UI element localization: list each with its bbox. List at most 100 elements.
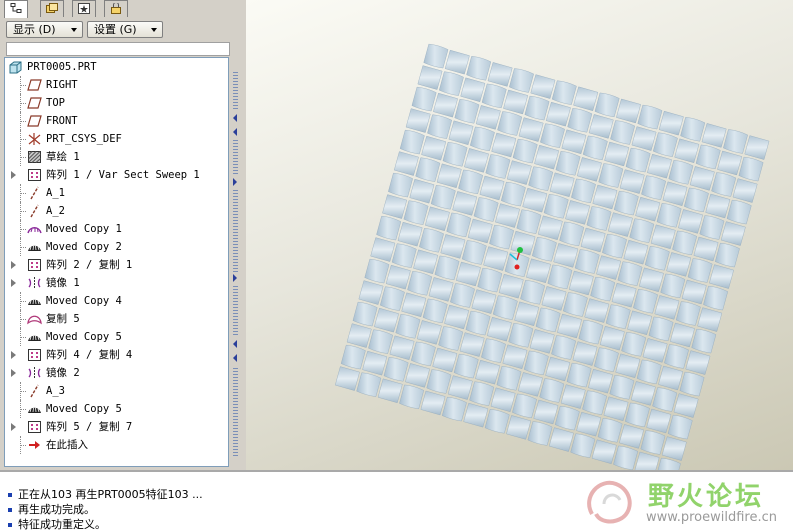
tree-item[interactable]: Moved Copy 5: [5, 328, 228, 346]
weave-tile: [603, 396, 629, 422]
tree-item[interactable]: 阵列 5 / 复制 7: [5, 418, 228, 436]
tree-filter-strip[interactable]: [6, 42, 230, 56]
axis-icon: [30, 204, 39, 218]
tree-item[interactable]: PRT_CSYS_DEF: [5, 130, 228, 148]
weave-tile: [407, 271, 433, 296]
tree-expand-icon[interactable]: [11, 423, 16, 431]
weave-tile: [446, 212, 472, 238]
tab-favorites[interactable]: [72, 0, 96, 17]
weave-tile: [584, 298, 610, 323]
weave-tile: [512, 138, 538, 164]
tree-expand-icon[interactable]: [11, 369, 16, 377]
weave-tile: [374, 307, 399, 333]
csys-origin-marker: [514, 264, 520, 270]
tree-item-label: 镜像 2: [46, 367, 80, 379]
tree-item[interactable]: Moved Copy 2: [5, 238, 228, 256]
expand-right-icon[interactable]: [233, 274, 237, 282]
tree-item[interactable]: 在此插入: [5, 436, 228, 454]
tree-item[interactable]: 阵列 4 / 复制 4: [5, 346, 228, 364]
woven-surface-model[interactable]: [246, 0, 793, 470]
tree-root-label: PRT0005.PRT: [27, 61, 97, 73]
weave-tile: [602, 233, 627, 259]
weave-tile: [495, 203, 520, 228]
weave-tile: [527, 421, 553, 446]
tree-item[interactable]: FRONT: [5, 112, 228, 130]
weave-tile: [428, 277, 454, 302]
weave-tile: [571, 178, 596, 204]
mirror-icon: [28, 277, 41, 289]
weave-tile: [619, 169, 645, 194]
weave-tile: [454, 99, 480, 124]
tree-item[interactable]: A_1: [5, 184, 228, 202]
tree-item-label: A_2: [46, 205, 65, 217]
weave-tile: [701, 123, 727, 148]
weave-tile: [615, 353, 641, 379]
graphics-viewport[interactable]: [246, 0, 793, 470]
weave-tile: [481, 338, 506, 363]
weave-tile: [596, 255, 622, 280]
weave-tile: [640, 430, 666, 455]
weave-tile: [631, 126, 657, 151]
tree-item[interactable]: 阵列 1 / Var Sect Sweep 1: [5, 166, 228, 184]
collapse-left-icon[interactable]: [233, 128, 237, 136]
weave-tile: [699, 215, 725, 240]
tree-connector: [20, 193, 26, 194]
weave-tile: [399, 129, 425, 155]
weave-tile: [422, 298, 448, 324]
tree-item[interactable]: 阵列 2 / 复制 1: [5, 256, 228, 274]
panel-splitter[interactable]: [232, 72, 239, 462]
weave-tile: [475, 359, 501, 385]
weave-tile: [432, 347, 458, 373]
weave-tile: [486, 316, 512, 342]
weave-tile: [484, 409, 510, 434]
weave-tile: [562, 292, 588, 317]
tree-expand-icon[interactable]: [11, 351, 16, 359]
collapse-left-icon[interactable]: [233, 114, 237, 122]
settings-dropdown-button[interactable]: 设置 (G): [87, 21, 163, 38]
tree-expand-icon[interactable]: [11, 279, 16, 287]
weave-tile: [557, 313, 582, 339]
weave-tile: [401, 292, 427, 318]
tree-item-label: A_3: [46, 385, 65, 397]
tree-item[interactable]: 复制 5: [5, 310, 228, 328]
weave-tile: [683, 187, 709, 213]
weave-tile: [586, 206, 612, 231]
status-message: 正在从103 再生PRT0005特征103 ...: [8, 488, 203, 501]
collapse-left-icon[interactable]: [233, 340, 237, 348]
tab-model-tree[interactable]: [4, 0, 28, 18]
tree-item-label: 草绘 1: [46, 151, 80, 163]
weave-tile: [391, 243, 417, 268]
tree-item[interactable]: A_2: [5, 202, 228, 220]
tab-folder-browser[interactable]: [40, 0, 64, 17]
weave-tile: [738, 156, 764, 182]
tree-item[interactable]: RIGHT: [5, 76, 228, 94]
tree-item[interactable]: A_3: [5, 382, 228, 400]
tree-expand-icon[interactable]: [11, 261, 16, 269]
collapse-left-icon[interactable]: [233, 354, 237, 362]
tree-item[interactable]: Moved Copy 4: [5, 292, 228, 310]
tree-item[interactable]: Moved Copy 5: [5, 400, 228, 418]
tree-item[interactable]: 草绘 1: [5, 148, 228, 166]
tree-connector: [20, 157, 26, 158]
tree-root[interactable]: PRT0005.PRT: [5, 58, 228, 76]
weave-tile: [646, 408, 672, 434]
weave-tile: [473, 197, 499, 222]
tree-item[interactable]: 镜像 2: [5, 364, 228, 382]
tree-connector: [20, 211, 26, 212]
tree-expand-icon[interactable]: [11, 171, 16, 179]
tree-item[interactable]: TOP: [5, 94, 228, 112]
weave-tile: [624, 402, 650, 428]
weave-tile: [629, 218, 655, 243]
tab-connections[interactable]: [104, 0, 128, 17]
weave-tile: [399, 384, 425, 410]
show-dropdown-button[interactable]: 显示 (D): [6, 21, 83, 38]
weave-tile: [524, 95, 550, 121]
weave-tile: [588, 368, 613, 394]
weave-tile: [376, 215, 402, 241]
tree-item[interactable]: 镜像 1: [5, 274, 228, 292]
tree-item[interactable]: Moved Copy 1: [5, 220, 228, 238]
tree-connector: [20, 85, 26, 86]
axis-icon: [30, 384, 39, 398]
expand-right-icon[interactable]: [233, 178, 237, 186]
weave-tile: [591, 439, 617, 465]
